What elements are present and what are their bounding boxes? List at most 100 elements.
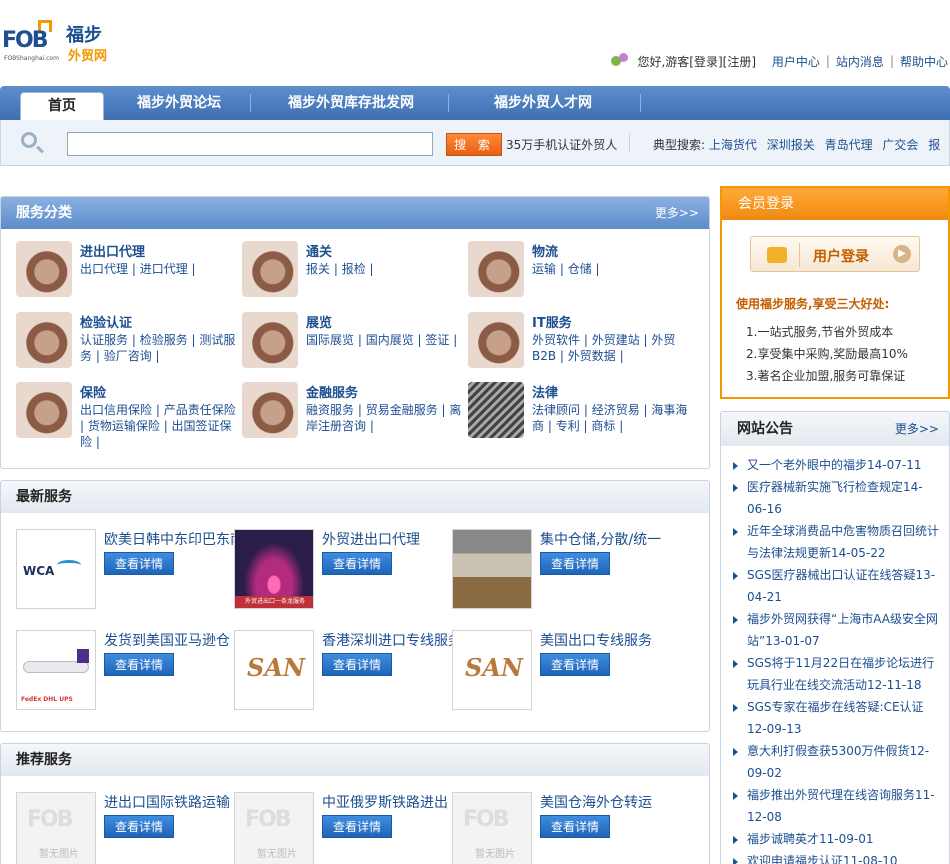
- category-title[interactable]: 展览: [306, 312, 332, 331]
- service-name[interactable]: 美国出口专线服务: [540, 630, 670, 648]
- service-name[interactable]: 发货到美国亚马逊仓: [104, 630, 234, 648]
- view-details-button[interactable]: 查看详情: [322, 653, 392, 676]
- category-link[interactable]: 贸易金融服务: [366, 403, 438, 417]
- category-link[interactable]: 运输: [532, 262, 556, 276]
- search-input[interactable]: [67, 132, 433, 156]
- announcement-item[interactable]: 近年全球消费品中危害物质召回统计与法律法规更新14-05-22: [731, 520, 941, 564]
- category-link[interactable]: 国内展览: [366, 333, 414, 347]
- category-link[interactable]: 货物运输保险: [88, 419, 160, 433]
- category-link[interactable]: 产品责任保险: [164, 403, 236, 417]
- service-name[interactable]: 香港深圳进口专线服务: [322, 630, 452, 648]
- site-logo[interactable]: FOB FOBShanghai.com 福步 外贸网: [2, 18, 122, 64]
- service-name[interactable]: 欧美日韩中东印巴东南亚: [104, 529, 234, 547]
- category-link[interactable]: 出口代理: [80, 262, 128, 276]
- view-details-button[interactable]: 查看详情: [540, 815, 610, 838]
- category-link[interactable]: 进口代理: [140, 262, 188, 276]
- category-link[interactable]: 经济贸易: [592, 403, 640, 417]
- view-details-button[interactable]: 查看详情: [322, 815, 392, 838]
- service-name[interactable]: 集中仓储,分散/统一: [540, 529, 670, 547]
- hot-search-link[interactable]: 深圳报关: [767, 138, 815, 152]
- tab-jobs[interactable]: 福步外贸人才网: [458, 86, 628, 120]
- category-thumbnail[interactable]: [16, 312, 72, 368]
- service-name[interactable]: 进出口国际铁路运输: [104, 792, 234, 810]
- service-image[interactable]: SAN: [452, 630, 532, 710]
- service-image[interactable]: FOB 暂无图片: [452, 792, 532, 864]
- category-thumbnail[interactable]: [16, 382, 72, 438]
- announcement-item[interactable]: 医疗器械新实施飞行检查规定14-06-16: [731, 476, 941, 520]
- category-link[interactable]: 签证: [425, 333, 449, 347]
- view-details-button[interactable]: 查看详情: [540, 552, 610, 575]
- help-center-link[interactable]: 帮助中心: [900, 53, 948, 70]
- category-link[interactable]: 出口信用保险: [80, 403, 152, 417]
- category-link[interactable]: 报检: [342, 262, 366, 276]
- category-link[interactable]: 外贸数据: [568, 349, 616, 363]
- service-image[interactable]: FedEx DHL UPS: [16, 630, 96, 710]
- view-details-button[interactable]: 查看详情: [104, 552, 174, 575]
- announcement-item[interactable]: SGS将于11月22日在福步论坛进行玩具行业在线交流活动12-11-18: [731, 652, 941, 696]
- hot-search-link[interactable]: 广交会: [882, 138, 918, 152]
- category-title[interactable]: 通关: [306, 241, 332, 260]
- announcement-item[interactable]: SGS医疗器械出口认证在线答疑13-04-21: [731, 564, 941, 608]
- tab-home[interactable]: 首页: [20, 92, 104, 122]
- login-link[interactable]: [登录]: [689, 53, 722, 70]
- category-link[interactable]: 专利: [556, 419, 580, 433]
- category-link[interactable]: 国际展览: [306, 333, 354, 347]
- category-title[interactable]: 金融服务: [306, 382, 358, 401]
- service-image[interactable]: WCA: [16, 529, 96, 609]
- category-link[interactable]: 报关: [306, 262, 330, 276]
- category-title[interactable]: 保险: [80, 382, 106, 401]
- category-title[interactable]: IT服务: [532, 312, 572, 331]
- service-image[interactable]: SAN: [234, 630, 314, 710]
- hot-search-link[interactable]: 青岛代理: [825, 138, 873, 152]
- announcement-item[interactable]: 又一个老外眼中的福步14-07-11: [731, 454, 941, 476]
- site-messages-link[interactable]: 站内消息: [836, 53, 884, 70]
- user-center-link[interactable]: 用户中心: [772, 53, 820, 70]
- view-details-button[interactable]: 查看详情: [540, 653, 610, 676]
- announcement-item[interactable]: 意大利打假查获5300万件假货12-09-02: [731, 740, 941, 784]
- announcement-item[interactable]: 福步诚聘英才11-09-01: [731, 828, 941, 850]
- service-image[interactable]: 外贸进出口一条龙服务: [234, 529, 314, 609]
- category-thumbnail[interactable]: [468, 382, 524, 438]
- category-link[interactable]: 外贸建站: [592, 333, 640, 347]
- tab-wholesale[interactable]: 福步外贸库存批发网: [260, 86, 442, 120]
- view-details-button[interactable]: 查看详情: [104, 653, 174, 676]
- service-image[interactable]: FOB 暂无图片: [16, 792, 96, 864]
- category-title[interactable]: 物流: [532, 241, 558, 260]
- category-thumbnail[interactable]: [468, 312, 524, 368]
- announcement-item[interactable]: 福步推出外贸代理在线咨询服务11-12-08: [731, 784, 941, 828]
- category-link[interactable]: 外贸软件: [532, 333, 580, 347]
- service-image[interactable]: FOB 暂无图片: [234, 792, 314, 864]
- tab-forum[interactable]: 福步外贸论坛: [112, 86, 246, 120]
- service-name[interactable]: 中亚俄罗斯铁路进出: [322, 792, 452, 810]
- category-thumbnail[interactable]: [242, 241, 298, 297]
- category-link[interactable]: 检验服务: [140, 333, 188, 347]
- category-thumbnail[interactable]: [16, 241, 72, 297]
- category-link[interactable]: 验厂咨询: [104, 349, 152, 363]
- more-link[interactable]: 更多>>: [895, 412, 939, 446]
- view-details-button[interactable]: 查看详情: [104, 815, 174, 838]
- search-button[interactable]: 搜 索: [446, 133, 502, 156]
- category-link[interactable]: 仓储: [568, 262, 592, 276]
- user-login-button[interactable]: 用户登录 ▶: [750, 236, 920, 272]
- service-name[interactable]: 美国仓海外仓转运: [540, 792, 670, 810]
- category-title[interactable]: 进出口代理: [80, 241, 145, 260]
- announcement-item[interactable]: SGS专家在福步在线答疑:CE认证12-09-13: [731, 696, 941, 740]
- register-link[interactable]: [注册]: [723, 53, 756, 70]
- service-name[interactable]: 外贸进出口代理: [322, 529, 452, 547]
- category-link[interactable]: 法律顾问: [532, 403, 580, 417]
- category-link[interactable]: 商标: [591, 419, 615, 433]
- category-thumbnail[interactable]: [242, 382, 298, 438]
- hot-search-link[interactable]: 报: [928, 138, 940, 152]
- category-link[interactable]: 认证服务: [80, 333, 128, 347]
- announcement-item[interactable]: 福步外贸网获得“上海市AA级安全网站”13-01-07: [731, 608, 941, 652]
- hot-search-link[interactable]: 上海货代: [709, 138, 757, 152]
- category-title[interactable]: 检验认证: [80, 312, 132, 331]
- service-image[interactable]: [452, 529, 532, 609]
- view-details-button[interactable]: 查看详情: [322, 552, 392, 575]
- category-link[interactable]: 融资服务: [306, 403, 354, 417]
- announcement-item[interactable]: 欢迎申请福步认证11-08-10: [731, 850, 941, 864]
- category-title[interactable]: 法律: [532, 382, 558, 401]
- category-thumbnail[interactable]: [242, 312, 298, 368]
- more-link[interactable]: 更多>>: [655, 197, 699, 229]
- category-thumbnail[interactable]: [468, 241, 524, 297]
